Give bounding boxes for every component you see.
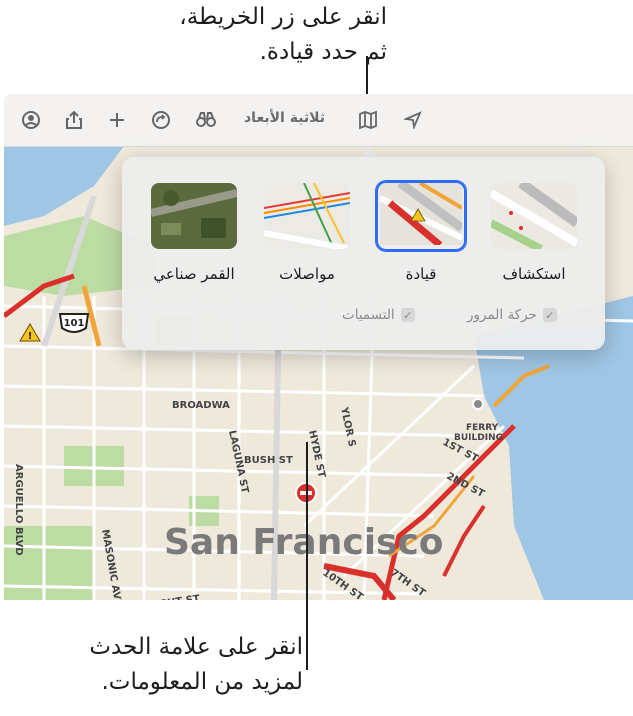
checkbox-label: التسميات — [342, 307, 395, 323]
map-type-popover: استكشاف قيادة مواصلات القمر صناعي ✓ حركة… — [122, 157, 605, 350]
explore-thumbnail — [489, 181, 579, 251]
callout-line: انقر على علامة الحدث — [89, 634, 303, 660]
map-mode-button[interactable] — [356, 108, 380, 132]
rotate-icon — [152, 111, 170, 129]
svg-text:!: ! — [28, 331, 33, 342]
svg-text:101: 101 — [64, 318, 85, 329]
callout-line: ثم حدد قيادة. — [259, 39, 387, 65]
location-pin-icon — [472, 398, 484, 410]
city-label: San Francisco — [164, 522, 444, 563]
map-type-label: قيادة — [405, 265, 437, 283]
add-button[interactable] — [105, 108, 129, 132]
callout-event-marker: انقر على علامة الحدث لمزيد من المعلومات. — [0, 630, 303, 700]
labels-checkbox[interactable]: ✓ التسميات — [342, 307, 415, 323]
street-label: BROADWA — [172, 400, 230, 411]
map-type-transit[interactable]: مواصلات — [262, 181, 352, 283]
person-circle-icon — [22, 111, 40, 129]
toolbar: ثلاثية الأبعاد — [4, 94, 633, 147]
look-around-button[interactable] — [194, 108, 218, 132]
street-label: ARGUELLO BLVD — [13, 464, 24, 556]
location-arrow-icon — [404, 111, 422, 129]
callout-line: انقر على زر الخريطة، — [179, 4, 387, 30]
traffic-checkbox[interactable]: ✓ حركة المرور — [467, 307, 557, 323]
checkmark-icon: ✓ — [400, 308, 415, 322]
share-button[interactable] — [62, 108, 86, 132]
transit-thumbnail — [262, 181, 352, 251]
driving-thumbnail — [376, 181, 466, 251]
map-type-label: استكشاف — [502, 265, 566, 283]
map-icon — [359, 110, 377, 130]
share-icon — [66, 110, 82, 129]
3d-button[interactable]: ثلاثية الأبعاد — [244, 110, 325, 126]
rotate-button[interactable] — [149, 108, 173, 132]
map-type-satellite[interactable]: القمر صناعي — [149, 181, 239, 283]
plus-icon — [110, 113, 124, 127]
street-label: BUSH ST — [244, 455, 293, 466]
current-location-button[interactable] — [401, 108, 425, 132]
map-type-driving[interactable]: قيادة — [376, 181, 466, 283]
map-type-label: القمر صناعي — [153, 265, 235, 283]
highway-shield: 101 — [58, 313, 90, 333]
map-type-explore[interactable]: استكشاف — [489, 181, 579, 283]
binoculars-icon — [196, 112, 216, 127]
satellite-thumbnail — [149, 181, 239, 251]
poi-label: BUILDING — [454, 433, 503, 443]
callout-map-button: انقر على زر الخريطة، ثم حدد قيادة. — [27, 0, 387, 70]
checkmark-icon: ✓ — [542, 308, 557, 322]
checkbox-label: حركة المرور — [467, 307, 537, 323]
map-type-label: مواصلات — [279, 265, 335, 283]
poi-label: FERRY — [466, 423, 499, 433]
callout-leader-bottom — [306, 442, 308, 670]
callout-line: لمزيد من المعلومات. — [101, 669, 304, 695]
account-button[interactable] — [19, 108, 43, 132]
